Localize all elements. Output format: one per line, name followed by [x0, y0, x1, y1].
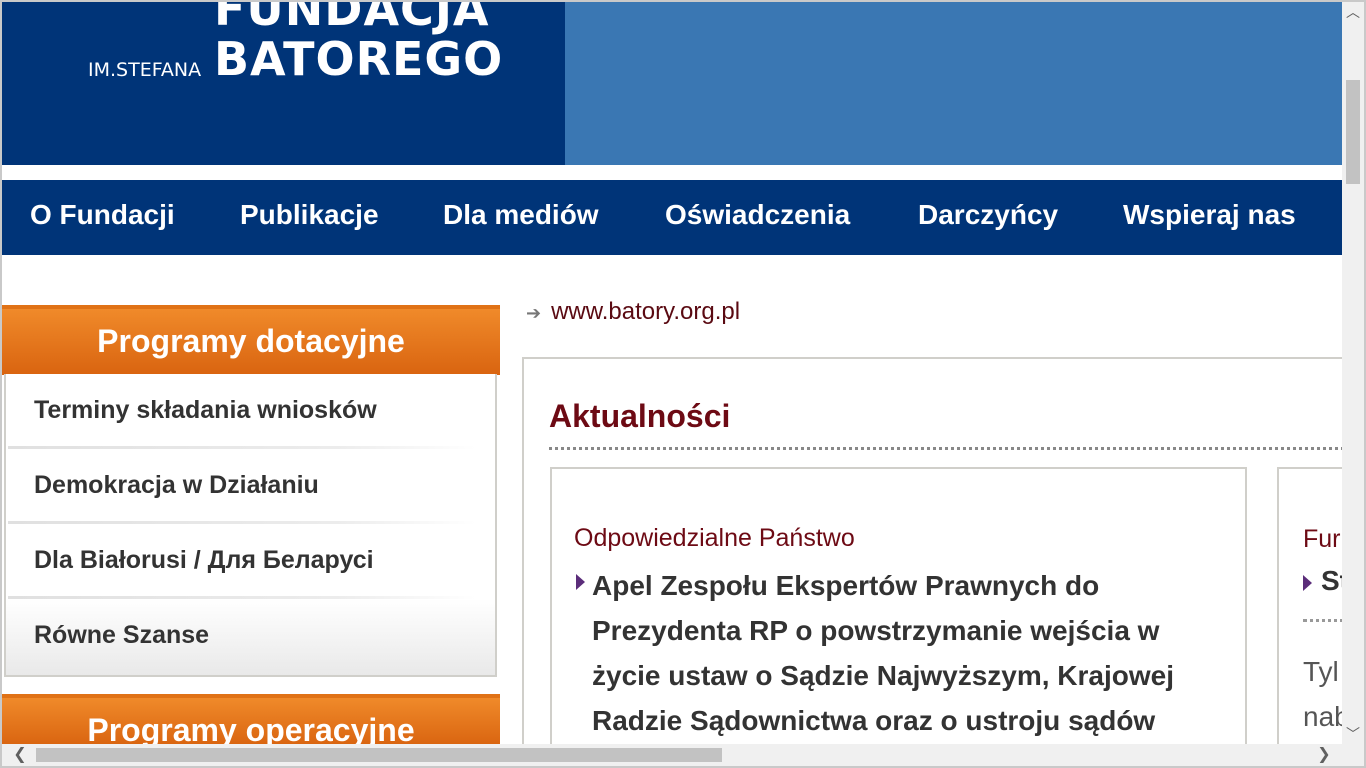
triangle-bullet-icon — [1303, 575, 1312, 591]
vertical-scrollbar[interactable]: ︿ ﹀ — [1342, 2, 1364, 744]
nav-item-publikacje[interactable]: Publikacje — [240, 199, 379, 231]
news-heading: Aktualności — [549, 398, 731, 434]
nav-item-darczyncy[interactable]: Darczyńcy — [918, 199, 1058, 231]
sidebar-item-bialorus[interactable]: Dla Białorusi / Для Беларусі — [6, 524, 475, 599]
news-card-partial: Fur St Tyl nab — [1277, 467, 1347, 757]
section-title-programy-operacyjne: Programy operacyjne — [2, 694, 500, 746]
logo-top-text: FUNDACJA — [214, 2, 490, 36]
sidebar-item-rowne-szanse[interactable]: Równe Szanse — [6, 599, 495, 675]
article-title-line: Radzie Sądownictwa oraz o ustroju sądów — [592, 705, 1156, 736]
scrollbar-thumb[interactable] — [36, 748, 722, 762]
logo-small-text: IM.STEFANA — [88, 59, 202, 81]
news-article-title[interactable]: Apel Zespołu Ekspertów Prawnych do Prezy… — [592, 563, 1232, 743]
site-link[interactable]: ➔ www.batory.org.pl — [526, 298, 740, 326]
article-title-line: Prezydenta RP o powstrzymanie wejścia w — [592, 615, 1160, 646]
nav-item-o-fundacji[interactable]: O Fundacji — [30, 199, 175, 231]
site-link-text: www.batory.org.pl — [551, 298, 741, 325]
scroll-right-icon[interactable]: ❯ — [1314, 744, 1334, 766]
article-title-line: życie ustaw o Sądzie Najwyższym, Krajowe… — [592, 660, 1174, 691]
logo-main-text: BATOREGO — [214, 32, 504, 86]
dotted-divider — [1303, 619, 1347, 622]
site-header: FUNDACJA IM.STEFANA BATOREGO — [2, 2, 1342, 165]
sidebar-item-terminy[interactable]: Terminy składania wniosków — [6, 374, 475, 449]
arrow-right-icon: ➔ — [526, 303, 542, 323]
scroll-up-icon[interactable]: ︿ — [1342, 2, 1364, 22]
scrollbar-thumb[interactable] — [1346, 80, 1360, 184]
excerpt-line: nab — [1303, 701, 1347, 732]
triangle-bullet-icon — [576, 574, 585, 590]
nav-item-wspieraj-nas[interactable]: Wspieraj nas — [1123, 199, 1296, 231]
nav-item-oswiadczenia[interactable]: Oświadczenia — [665, 199, 850, 231]
nav-item-dla-mediow[interactable]: Dla mediów — [443, 199, 599, 231]
logo[interactable]: FUNDACJA IM.STEFANA BATOREGO — [2, 2, 565, 165]
news-excerpt: Tyl nab — [1303, 649, 1347, 739]
news-category[interactable]: Fur — [1303, 525, 1341, 554]
scrollbar-corner — [1342, 744, 1364, 766]
article-title-line: Apel Zespołu Ekspertów Prawnych do — [592, 570, 1100, 601]
scroll-left-icon[interactable]: ❮ — [10, 744, 30, 766]
sidebar-menu: Terminy składania wniosków Demokracja w … — [4, 374, 497, 677]
scroll-down-icon[interactable]: ﹀ — [1342, 724, 1364, 744]
dotted-divider — [549, 447, 1344, 450]
section-title-programy-dotacyjne: Programy dotacyjne — [2, 305, 500, 375]
news-category[interactable]: Odpowiedzialne Państwo — [574, 524, 855, 553]
horizontal-scrollbar[interactable]: ❮ ❯ — [2, 744, 1364, 766]
sidebar-item-demokracja[interactable]: Demokracja w Działaniu — [6, 449, 475, 524]
main-nav: O Fundacji Publikacje Dla mediów Oświadc… — [2, 180, 1342, 255]
excerpt-line: Tyl — [1303, 656, 1339, 687]
